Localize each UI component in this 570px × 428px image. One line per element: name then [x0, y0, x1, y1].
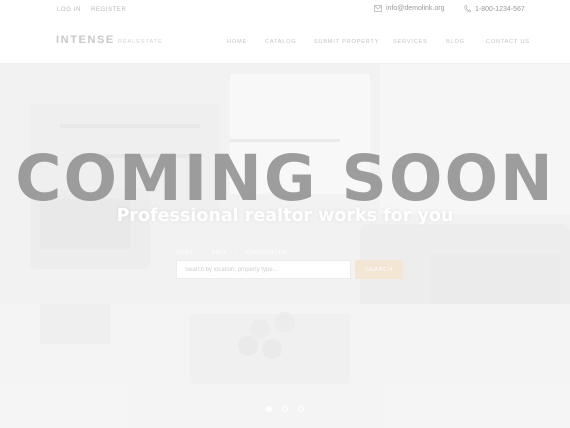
search-button[interactable]: SEARCH	[355, 260, 403, 279]
slider-dot-3[interactable]	[298, 406, 304, 412]
main-header: INTENSE realestate HOME CATALOG SUBMIT P…	[0, 22, 570, 64]
register-link[interactable]: REGISTER	[91, 7, 126, 13]
nav-home[interactable]: HOME	[227, 39, 247, 45]
hero-overlay	[0, 64, 570, 428]
nav-catalog[interactable]: CATALOG	[265, 39, 297, 45]
phone-contact[interactable]: 1-800-1234-567	[464, 5, 525, 13]
logo-subtext: realestate	[117, 39, 163, 45]
email-contact[interactable]: info@demolink.org	[374, 5, 444, 12]
logo-text: INTENSE	[56, 34, 115, 46]
nav-services[interactable]: SERVICES	[393, 39, 428, 45]
tab-separator: /	[201, 250, 204, 256]
hero-subheadline: Professional realtor works for you	[116, 206, 454, 226]
search-tabs: Rent / Sale / Commercial	[176, 250, 289, 256]
nav-submit-property[interactable]: SUBMIT PROPERTY	[314, 39, 379, 45]
top-utility-bar: LOG IN REGISTER info@demolink.org 1-800-…	[0, 0, 570, 22]
tab-rent[interactable]: Rent	[176, 250, 193, 256]
envelope-icon	[374, 5, 382, 12]
logo[interactable]: INTENSE realestate	[56, 34, 163, 46]
email-text: info@demolink.org	[386, 5, 445, 12]
hero-headline: COMING SOON	[15, 142, 555, 215]
nav-blog[interactable]: BLOG	[446, 39, 465, 45]
tab-separator: /	[235, 250, 238, 256]
slider-dot-1[interactable]	[266, 406, 272, 412]
phone-icon	[464, 5, 471, 13]
nav-contact-us[interactable]: CONTACT US	[486, 39, 530, 45]
search-input[interactable]	[176, 260, 351, 279]
tab-sale[interactable]: Sale	[211, 250, 227, 256]
tab-commercial[interactable]: Commercial	[246, 250, 289, 256]
hero-section: COMING SOON Professional realtor works f…	[0, 64, 570, 428]
slider-dot-2[interactable]	[282, 406, 288, 412]
slider-pagination	[0, 406, 570, 412]
login-link[interactable]: LOG IN	[57, 7, 81, 13]
phone-text: 1-800-1234-567	[475, 5, 525, 13]
